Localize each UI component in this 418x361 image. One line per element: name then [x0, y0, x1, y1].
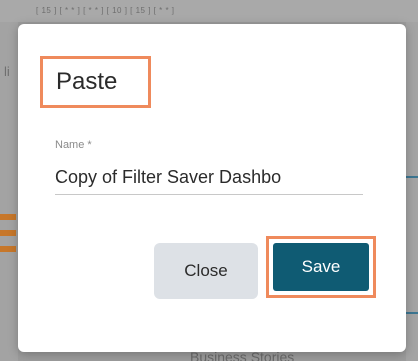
background-accent-bar: [0, 214, 16, 220]
background-accent-bar: [0, 246, 16, 252]
dialog-title: Paste: [56, 68, 118, 95]
close-button[interactable]: Close: [154, 243, 258, 299]
background-header: [ 15 ] [ * * ] [ * * ] [ 10 ] [ 15 ] [ *…: [0, 0, 418, 22]
background-header-text: [ 15 ] [ * * ] [ * * ] [ 10 ] [ 15 ] [ *…: [36, 6, 175, 15]
save-button[interactable]: Save: [273, 243, 369, 291]
dialog-title-highlight: Paste: [40, 56, 151, 108]
name-field-label: Name *: [55, 139, 92, 151]
save-button-highlight: Save: [266, 236, 376, 298]
screen: [ 15 ] [ * * ] [ * * ] [ 10 ] [ 15 ] [ *…: [0, 0, 418, 361]
paste-dialog: Paste Name * Close Save: [18, 24, 406, 352]
name-field[interactable]: [55, 161, 363, 195]
background-right-panel: [406, 22, 418, 361]
background-accent-bar: [0, 230, 16, 236]
background-left-text: li: [4, 64, 10, 79]
background-right-line: [406, 312, 418, 314]
background-right-line: [406, 176, 418, 178]
